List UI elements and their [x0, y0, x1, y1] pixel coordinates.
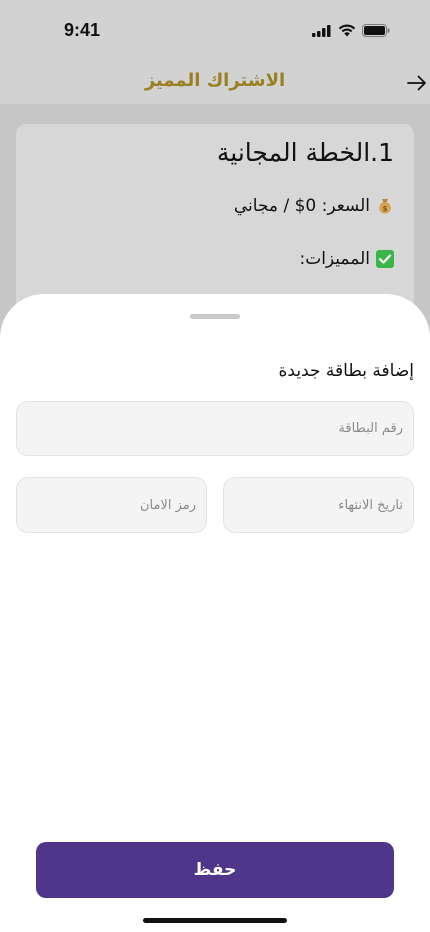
security-code-field[interactable]: [17, 478, 206, 532]
wifi-icon: [338, 24, 356, 37]
status-icons: [312, 24, 390, 37]
sheet-drag-handle[interactable]: [190, 314, 240, 319]
svg-text:$: $: [383, 205, 388, 213]
expiry-field-container: [223, 477, 414, 533]
plan-features-label: المميزات:: [299, 249, 370, 269]
expiry-date-field[interactable]: [224, 478, 413, 532]
home-indicator: [143, 918, 287, 923]
add-card-sheet: إضافة بطاقة جديدة حفظ: [0, 294, 430, 932]
plan-price-row: $ السعر: 0$ / مجاني: [234, 196, 394, 216]
plan-title: 1.الخطة المجانية: [216, 138, 394, 167]
nav-bar: الاشتراك المميز: [0, 62, 430, 104]
save-button[interactable]: حفظ: [36, 842, 394, 898]
card-number-field-container: [16, 401, 414, 456]
plan-features-row: المميزات:: [299, 249, 394, 269]
battery-icon: [362, 24, 390, 37]
card-number-field[interactable]: [17, 402, 413, 455]
cellular-signal-icon: [312, 24, 331, 37]
status-time: 9:41: [63, 20, 101, 40]
check-mark-icon: [376, 250, 394, 268]
page-title: الاشتراك المميز: [144, 70, 286, 91]
cvv-field-container: [16, 477, 207, 533]
money-bag-icon: $: [379, 199, 391, 214]
sheet-title: إضافة بطاقة جديدة: [278, 361, 414, 381]
arrow-right-icon[interactable]: [406, 72, 428, 94]
status-bar: 9:41: [0, 0, 430, 62]
plan-price: السعر: 0$ / مجاني: [233, 196, 370, 216]
